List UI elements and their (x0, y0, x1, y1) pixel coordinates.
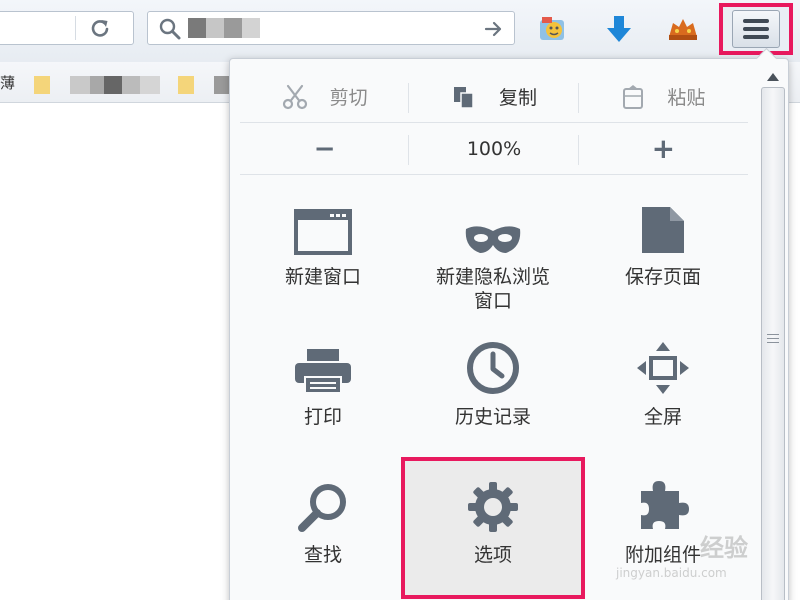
copy-button[interactable]: 复制 (409, 71, 579, 122)
chevron-up-icon (767, 73, 779, 81)
url-bar-separator (75, 16, 76, 40)
scrollbar-thumb[interactable] (761, 87, 785, 600)
scrollbar-grip (767, 334, 779, 346)
app-menu-panel: 剪切 复制 粘贴 − 100% + 新建窗口 新建隐私浏览 窗口 保存页面 打印… (229, 47, 789, 600)
options-label: 选项 (473, 544, 512, 566)
gear-icon (468, 482, 518, 532)
paste-label: 粘贴 (667, 87, 706, 109)
cut-label: 剪切 (329, 87, 368, 109)
clipboard-icon (623, 84, 644, 109)
new-window-label: 新建窗口 (284, 266, 361, 288)
zoom-out-button[interactable]: − (240, 123, 410, 174)
watermark-url: jingyan.baidu.com (616, 566, 727, 580)
new-private-window-label-line1: 新建隐私浏览 (435, 266, 550, 288)
page-icon (642, 207, 684, 253)
menu-button-face (732, 10, 780, 48)
search-icon (159, 18, 181, 40)
clock-icon (467, 342, 519, 394)
find-button[interactable]: 查找 (238, 477, 408, 600)
window-icon (294, 209, 352, 255)
mask-icon (465, 226, 521, 253)
zoom-out-label: − (313, 133, 336, 164)
history-label: 历史记录 (454, 406, 531, 428)
printer-icon (295, 349, 351, 394)
go-arrow-icon[interactable] (484, 19, 504, 39)
cut-button[interactable]: 剪切 (240, 71, 410, 122)
bookmark-partial-label[interactable]: 薄 (0, 72, 15, 93)
find-label: 查找 (303, 544, 342, 566)
bookmark-redacted[interactable] (70, 76, 160, 94)
fullscreen-button[interactable]: 全屏 (578, 339, 748, 469)
scissors-icon (282, 84, 307, 109)
search-bar[interactable] (147, 11, 515, 45)
search-query-redacted (188, 18, 260, 38)
download-icon (607, 16, 631, 42)
zoom-in-label: + (651, 132, 676, 165)
bookmark-redacted[interactable] (214, 76, 230, 94)
zoom-level: 100% (466, 137, 522, 160)
reload-button[interactable] (85, 16, 115, 40)
puzzle-icon (641, 481, 689, 529)
options-button[interactable]: 选项 (401, 457, 585, 599)
new-private-window-label-line2: 窗口 (473, 290, 512, 312)
save-page-label: 保存页面 (624, 266, 701, 288)
paste-button[interactable]: 粘贴 (579, 71, 748, 122)
zoom-controls: − 100% + (240, 123, 748, 175)
history-button[interactable]: 历史记录 (408, 339, 578, 469)
addons-label: 附加组件 (624, 544, 701, 566)
menu-scrollbar[interactable] (759, 65, 787, 600)
reload-icon (91, 20, 109, 37)
sync-icon (540, 17, 564, 40)
zoom-in-button[interactable]: + (579, 123, 748, 174)
print-button[interactable]: 打印 (238, 339, 408, 469)
watermark-logo: 经验 (700, 534, 748, 562)
downloads-button[interactable] (602, 12, 636, 46)
browser-window: 薄 剪切 复制 粘贴 − 100% + 新建窗口 新建隐私浏览 窗口 保存页面 … (0, 0, 800, 600)
extension-icon (669, 19, 697, 40)
zoom-reset-button[interactable]: 100% (409, 123, 579, 174)
edit-controls: 剪切 复制 粘贴 (240, 71, 748, 123)
menu-icon (743, 19, 769, 39)
open-menu-button[interactable] (719, 3, 793, 55)
sync-button[interactable] (536, 12, 570, 46)
new-window-button[interactable]: 新建窗口 (238, 199, 408, 329)
navigation-toolbar (0, 0, 800, 62)
save-page-button[interactable]: 保存页面 (578, 199, 748, 329)
extension-button[interactable] (666, 12, 700, 46)
bookmark-folder-icon[interactable] (34, 76, 50, 94)
new-private-window-button[interactable]: 新建隐私浏览 窗口 (408, 199, 578, 329)
copy-label: 复制 (498, 87, 537, 109)
scroll-up-button[interactable] (764, 69, 782, 85)
magnifier-icon (298, 484, 346, 532)
fullscreen-label: 全屏 (643, 406, 682, 428)
url-bar[interactable] (0, 11, 134, 45)
copy-icon (453, 86, 474, 109)
print-label: 打印 (303, 406, 342, 428)
fullscreen-icon (637, 342, 689, 394)
bookmark-folder-icon[interactable] (178, 76, 194, 94)
